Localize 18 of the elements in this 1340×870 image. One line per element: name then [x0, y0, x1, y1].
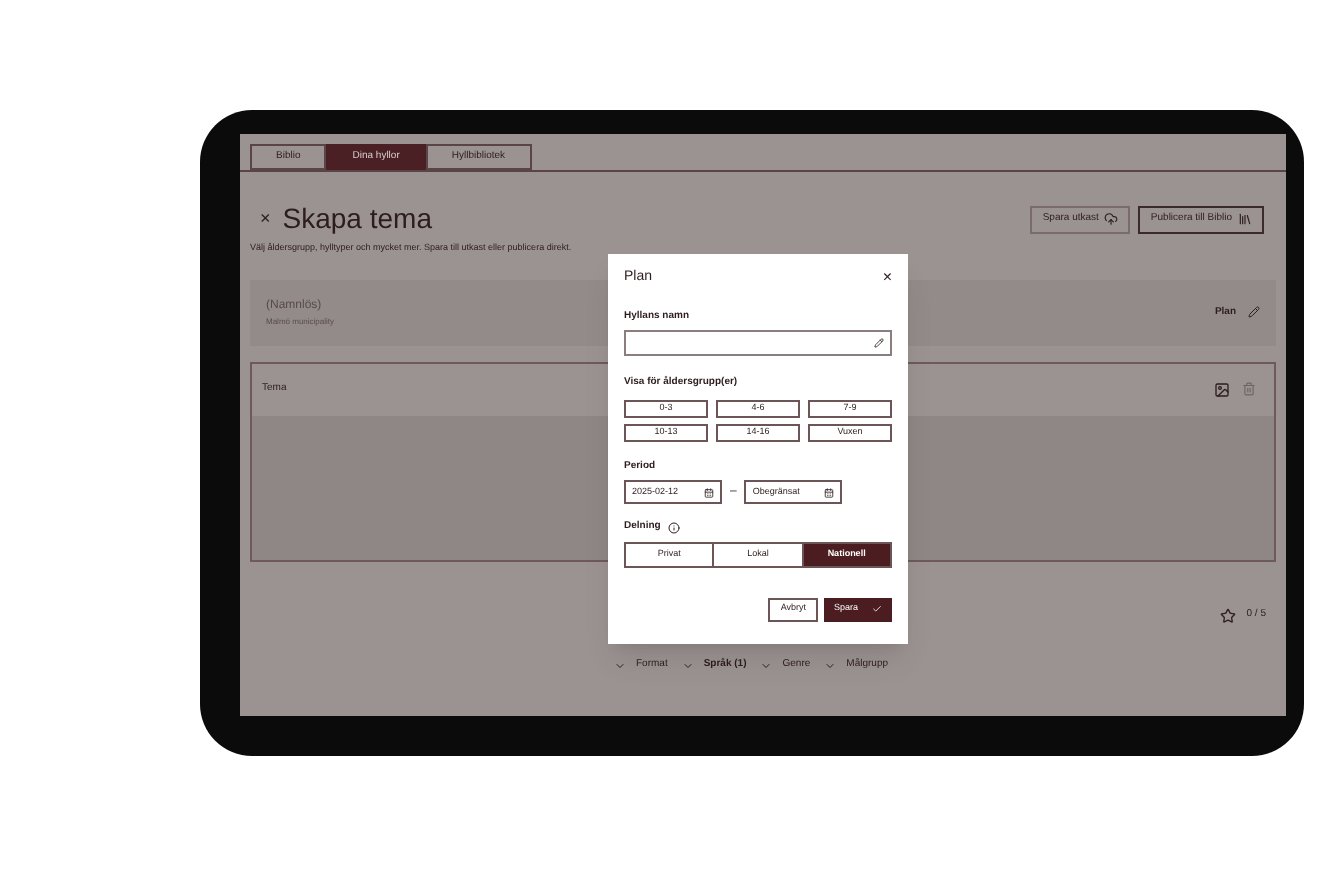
chevron-down-icon — [824, 659, 837, 671]
check-icon — [872, 604, 882, 614]
chevron-down-icon — [760, 659, 773, 671]
chevron-down-icon — [681, 659, 694, 671]
library-icon — [1238, 212, 1252, 226]
chevron-down-icon — [614, 659, 626, 671]
calendar-icon[interactable] — [824, 487, 835, 497]
star-icon[interactable] — [1220, 607, 1237, 624]
close-button[interactable]: × — [882, 270, 892, 287]
name-input[interactable] — [624, 330, 892, 356]
close-button[interactable]: × — [260, 205, 271, 233]
pencil-icon — [874, 338, 884, 348]
info-icon[interactable] — [668, 521, 681, 534]
calendar-icon[interactable] — [704, 487, 714, 497]
page-title: Skapa tema — [282, 200, 432, 238]
cloud-upload-icon — [1104, 212, 1119, 226]
image-icon[interactable] — [1214, 381, 1230, 398]
pencil-icon[interactable] — [1248, 306, 1260, 319]
